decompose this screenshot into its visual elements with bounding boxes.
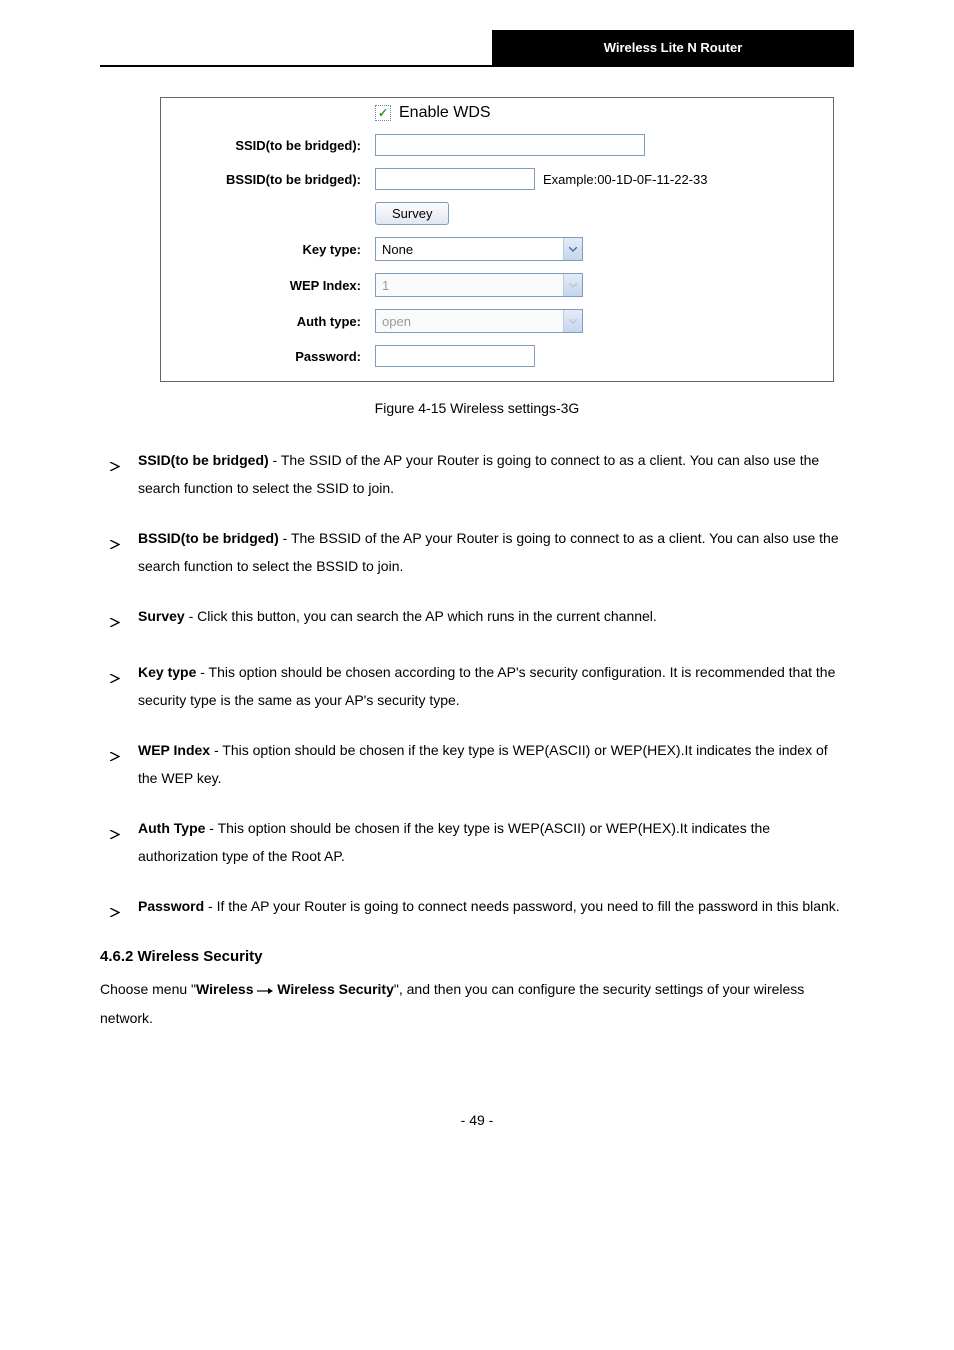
bullet-icon	[110, 736, 138, 770]
bullet-term: WEP Index	[138, 742, 210, 758]
bullet-icon	[110, 658, 138, 692]
enable-wds-label: Enable WDS	[399, 104, 491, 122]
bssid-input[interactable]	[375, 168, 535, 190]
keytype-label: Key type:	[161, 242, 375, 257]
bullet-desc: - This option should be chosen if the ke…	[138, 742, 828, 786]
section-body: Choose menu "Wireless Wireless Security"…	[100, 975, 854, 1032]
figure-caption: Figure 4-15 Wireless settings-3G	[0, 400, 954, 416]
header-model-placeholder: TL-WR740N	[100, 36, 492, 65]
bullet-term: Survey	[138, 608, 185, 624]
enable-wds-checkbox[interactable]: ✓	[375, 105, 391, 121]
list-item: BSSID(to be bridged) - The BSSID of the …	[110, 524, 844, 580]
authtype-label: Auth type:	[161, 314, 375, 329]
bullet-term: Auth Type	[138, 820, 205, 836]
bullet-icon	[110, 446, 138, 480]
wepindex-label: WEP Index:	[161, 278, 375, 293]
wepindex-value: 1	[382, 278, 389, 293]
ssid-label: SSID(to be bridged):	[161, 138, 375, 153]
arrow-right-icon	[257, 976, 273, 1004]
page-number: - 49 -	[0, 1112, 954, 1158]
wepindex-select: 1	[375, 273, 583, 297]
section-body-wireless-security: Wireless Security	[277, 981, 394, 997]
bullet-term: BSSID(to be bridged)	[138, 530, 279, 546]
ssid-input[interactable]	[375, 134, 645, 156]
bullet-icon	[110, 892, 138, 926]
survey-button[interactable]: Survey	[375, 202, 449, 225]
bullet-desc: - If the AP your Router is going to conn…	[204, 898, 840, 914]
chevron-down-icon	[563, 274, 582, 296]
bullet-text: Auth Type - This option should be chosen…	[138, 814, 844, 870]
password-input[interactable]	[375, 345, 535, 367]
section-body-part0: Choose menu "	[100, 981, 196, 997]
bullet-term: Key type	[138, 664, 196, 680]
bullet-desc: - This option should be chosen if the ke…	[138, 820, 770, 864]
list-item: Password - If the AP your Router is goin…	[110, 892, 844, 926]
bullet-desc: - Click this button, you can search the …	[185, 608, 657, 624]
bullet-list: SSID(to be bridged) - The SSID of the AP…	[110, 446, 844, 926]
bullet-term: Password	[138, 898, 204, 914]
bullet-text: Key type - This option should be chosen …	[138, 658, 844, 714]
bullet-icon	[110, 524, 138, 558]
authtype-value: open	[382, 314, 411, 329]
page-header: TL-WR740N Wireless Lite N Router	[100, 30, 854, 67]
bssid-label: BSSID(to be bridged):	[161, 172, 375, 187]
list-item: SSID(to be bridged) - The SSID of the AP…	[110, 446, 844, 502]
list-item: WEP Index - This option should be chosen…	[110, 736, 844, 792]
bullet-icon	[110, 602, 138, 636]
bullet-term: SSID(to be bridged)	[138, 452, 269, 468]
bullet-desc: - This option should be chosen according…	[138, 664, 835, 708]
check-icon: ✓	[378, 107, 388, 119]
wds-config-panel: ✓ Enable WDS SSID(to be bridged): BSSID(…	[160, 97, 834, 382]
keytype-value: None	[382, 242, 413, 257]
section-body-wireless: Wireless	[196, 981, 253, 997]
authtype-select: open	[375, 309, 583, 333]
list-item: Survey - Click this button, you can sear…	[110, 602, 844, 636]
bullet-text: Password - If the AP your Router is goin…	[138, 892, 844, 920]
list-item: Key type - This option should be chosen …	[110, 658, 844, 714]
bullet-text: Survey - Click this button, you can sear…	[138, 602, 844, 630]
bullet-text: SSID(to be bridged) - The SSID of the AP…	[138, 446, 844, 502]
section-heading: 4.6.2 Wireless Security	[100, 948, 854, 965]
header-product: Wireless Lite N Router	[492, 30, 854, 65]
bssid-example: Example:00-1D-0F-11-22-33	[543, 172, 708, 187]
keytype-select[interactable]: None	[375, 237, 583, 261]
bullet-icon	[110, 814, 138, 848]
chevron-down-icon	[563, 310, 582, 332]
bullet-text: WEP Index - This option should be chosen…	[138, 736, 844, 792]
chevron-down-icon	[563, 238, 582, 260]
password-label: Password:	[161, 349, 375, 364]
bullet-text: BSSID(to be bridged) - The BSSID of the …	[138, 524, 844, 580]
list-item: Auth Type - This option should be chosen…	[110, 814, 844, 870]
